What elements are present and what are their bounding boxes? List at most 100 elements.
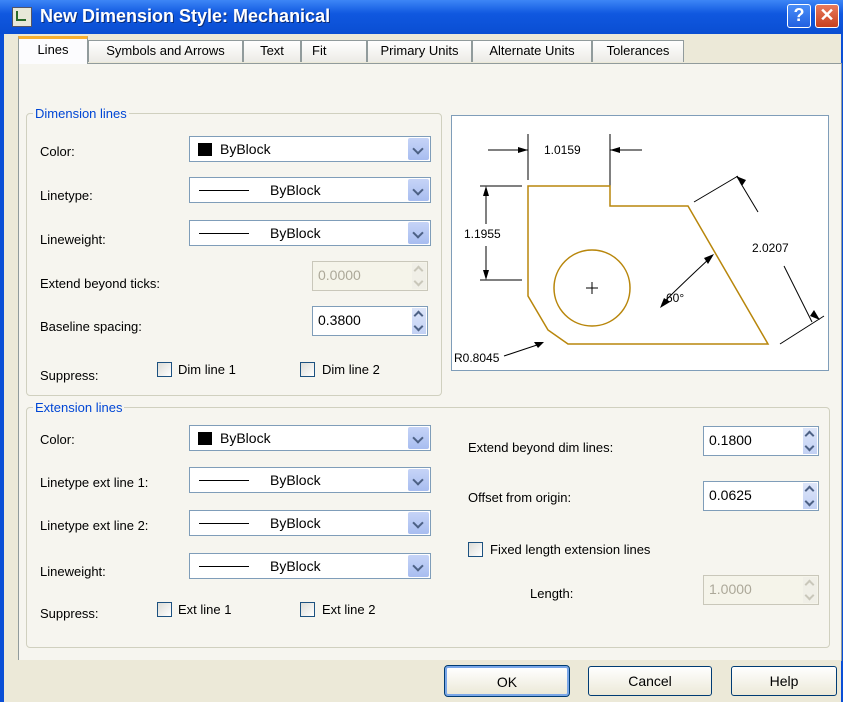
extension-lines-legend: Extension lines xyxy=(35,400,123,415)
chevron-down-icon[interactable] xyxy=(408,222,429,244)
line-sample-icon xyxy=(199,190,249,191)
linetype-ext1-select[interactable]: ByBlock xyxy=(189,467,431,493)
ext-color-select[interactable]: ByBlock xyxy=(189,425,431,451)
ext-lineweight-select[interactable]: ByBlock xyxy=(189,553,431,579)
tab-primary-units[interactable]: Primary Units xyxy=(367,40,472,62)
extend-dim-label: Extend beyond dim lines: xyxy=(468,440,614,455)
ext-line xyxy=(693,175,739,203)
radius-text: R0.8045 xyxy=(454,351,500,365)
chevron-down-icon[interactable] xyxy=(413,321,424,332)
length-label: Length: xyxy=(530,586,574,601)
line-sample-icon xyxy=(199,233,249,234)
ext-lineweight-value: ByBlock xyxy=(270,558,321,574)
dim-line-2-checkbox[interactable] xyxy=(300,362,315,377)
chevron-down-icon[interactable] xyxy=(408,469,429,491)
dim-linetype-select[interactable]: ByBlock xyxy=(189,177,431,203)
length-value: 1.0000 xyxy=(709,581,752,597)
line-sample-icon xyxy=(199,566,249,567)
chevron-down-icon[interactable] xyxy=(804,496,815,507)
extend-dim-stepper[interactable]: 0.1800 xyxy=(703,426,819,456)
ext-color-label: Color: xyxy=(40,432,75,447)
ok-button[interactable]: OK xyxy=(444,665,570,697)
tab-fit[interactable]: Fit xyxy=(301,40,367,62)
dim-line-2-label[interactable]: Dim line 2 xyxy=(322,362,380,377)
dim-line-1-checkbox[interactable] xyxy=(157,362,172,377)
arrowhead xyxy=(810,310,820,320)
button-bar xyxy=(4,660,841,702)
dialog-title: New Dimension Style: Mechanical xyxy=(40,6,331,26)
preview-drawing: 1.0159 1.1955 2.0207 60° R0.8045 xyxy=(454,134,825,365)
offset-origin-stepper[interactable]: 0.0625 xyxy=(703,481,819,511)
title-bar[interactable]: New Dimension Style: Mechanical ? ✕ xyxy=(0,0,843,34)
dim-linetype-value: ByBlock xyxy=(270,182,321,198)
close-button[interactable]: ✕ xyxy=(815,4,839,28)
chevron-down-icon[interactable] xyxy=(408,138,429,160)
chevron-up-icon xyxy=(413,265,424,276)
dim-lineweight-select[interactable]: ByBlock xyxy=(189,220,431,246)
dim-lineweight-value: ByBlock xyxy=(270,225,321,241)
tab-symbols-and-arrows[interactable]: Symbols and Arrows xyxy=(88,40,243,62)
linetype-ext1-value: ByBlock xyxy=(270,472,321,488)
fixed-length-checkbox[interactable] xyxy=(468,542,483,557)
ext-line-1-checkbox[interactable] xyxy=(157,602,172,617)
chevron-up-icon[interactable] xyxy=(804,430,815,441)
ext-line-2-checkbox[interactable] xyxy=(300,602,315,617)
arrowhead xyxy=(610,147,620,153)
ext-suppress-label: Suppress: xyxy=(40,606,99,621)
ext-lineweight-label: Lineweight: xyxy=(40,564,106,579)
extend-ticks-label: Extend beyond ticks: xyxy=(40,276,160,291)
tab-tolerances[interactable]: Tolerances xyxy=(592,40,684,62)
angle-text: 60° xyxy=(666,291,684,305)
color-swatch xyxy=(198,143,212,156)
dim-color-value: ByBlock xyxy=(220,141,271,157)
spin-buttons[interactable] xyxy=(803,428,817,454)
chevron-up-icon[interactable] xyxy=(804,485,815,496)
tab-lines[interactable]: Lines xyxy=(18,36,88,64)
line-sample-icon xyxy=(199,523,249,524)
extend-ticks-stepper: 0.0000 xyxy=(312,261,428,291)
baseline-spacing-value[interactable]: 0.3800 xyxy=(318,312,361,328)
help-button[interactable]: Help xyxy=(731,666,837,696)
chevron-down-icon[interactable] xyxy=(408,179,429,201)
ext-line xyxy=(779,315,825,345)
chevron-up-icon[interactable] xyxy=(413,310,424,321)
cancel-button[interactable]: Cancel xyxy=(588,666,712,696)
offset-origin-value[interactable]: 0.0625 xyxy=(709,487,752,503)
linetype-ext2-select[interactable]: ByBlock xyxy=(189,510,431,536)
dim-linetype-label: Linetype: xyxy=(40,188,93,203)
arrowhead xyxy=(518,147,528,153)
dim-color-label: Color: xyxy=(40,144,75,159)
chevron-down-icon[interactable] xyxy=(408,427,429,449)
arrowhead xyxy=(483,186,489,196)
preview-area: 1.0159 1.1955 2.0207 60° R0.8045 xyxy=(451,115,829,371)
ext-line-1-label[interactable]: Ext line 1 xyxy=(178,602,231,617)
dim-line-1-label[interactable]: Dim line 1 xyxy=(178,362,236,377)
line-sample-icon xyxy=(199,480,249,481)
dim-suppress-label: Suppress: xyxy=(40,368,99,383)
tab-alternate-units[interactable]: Alternate Units xyxy=(472,40,592,62)
extend-ticks-value: 0.0000 xyxy=(318,267,361,283)
part-outline xyxy=(527,185,770,345)
baseline-spacing-stepper[interactable]: 0.3800 xyxy=(312,306,428,336)
linetype-ext1-label: Linetype ext line 1: xyxy=(40,475,149,490)
arrowhead xyxy=(483,270,489,280)
length-stepper: 1.0000 xyxy=(703,575,819,605)
chevron-down-icon[interactable] xyxy=(408,555,429,577)
dim-right-text: 2.0207 xyxy=(752,241,789,255)
dim-color-select[interactable]: ByBlock xyxy=(189,136,431,162)
help-title-button[interactable]: ? xyxy=(787,4,811,28)
ext-line-2-label[interactable]: Ext line 2 xyxy=(322,602,375,617)
tab-text[interactable]: Text xyxy=(243,40,301,62)
fixed-length-label[interactable]: Fixed length extension lines xyxy=(490,542,650,557)
leader-line xyxy=(503,343,541,357)
chevron-down-icon[interactable] xyxy=(804,441,815,452)
spin-buttons[interactable] xyxy=(803,483,817,509)
spin-buttons xyxy=(803,577,817,603)
spin-buttons[interactable] xyxy=(412,308,426,334)
color-swatch xyxy=(198,432,212,445)
baseline-spacing-label: Baseline spacing: xyxy=(40,319,142,334)
chevron-down-icon[interactable] xyxy=(408,512,429,534)
ext-color-value: ByBlock xyxy=(220,430,271,446)
chevron-down-icon xyxy=(413,276,424,287)
extend-dim-value[interactable]: 0.1800 xyxy=(709,432,752,448)
